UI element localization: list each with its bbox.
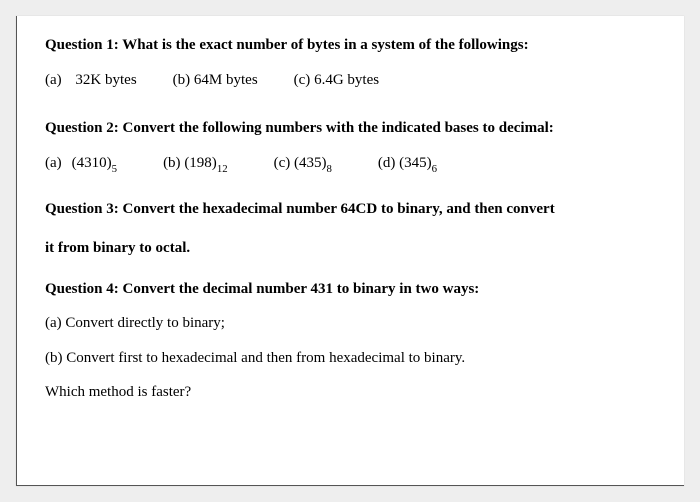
q4-header: Question 4: Convert the decimal number 4…	[45, 278, 664, 301]
q3-line2: it from binary to octal.	[45, 240, 190, 256]
q2-a-label: (a)	[45, 155, 62, 171]
q2-a-num: (4310)	[72, 155, 112, 171]
q2-c-base: 8	[327, 163, 332, 175]
q4-footer: Which method is faster?	[45, 381, 664, 404]
q2-d-base: 6	[432, 163, 437, 175]
q4-b: (b) Convert first to hexadecimal and the…	[45, 347, 664, 370]
q2-a-base: 5	[112, 163, 117, 175]
q2-opt-b: (b) (198)12	[163, 152, 228, 176]
q1-b-label: (b)	[173, 72, 191, 88]
q1-opt-c: (c) 6.4G bytes	[294, 69, 379, 92]
q2-d-label: (d)	[378, 155, 396, 171]
q1-c-label: (c)	[294, 72, 311, 88]
q2-opt-c: (c) (435)8	[274, 152, 332, 176]
q1-c-text: 6.4G bytes	[314, 72, 379, 88]
q2-c-label: (c)	[274, 155, 291, 171]
q2-header: Question 2: Convert the following number…	[45, 117, 664, 140]
q1-a-text: 32K bytes	[75, 72, 136, 88]
q1-opt-a: (a) 32K bytes	[45, 69, 137, 92]
q2-d-num: (345)	[399, 155, 432, 171]
q2-opt-a: (a) (4310)5	[45, 152, 117, 176]
q2-b-label: (b)	[163, 155, 181, 171]
q3-line1: Question 3: Convert the hexadecimal numb…	[45, 201, 555, 217]
q1-header: Question 1: What is the exact number of …	[45, 34, 664, 57]
q2-b-base: 12	[217, 163, 228, 175]
q2-options: (a) (4310)5 (b) (198)12 (c) (435)8 (d) (3…	[45, 152, 664, 176]
q1-b-text: 64M bytes	[194, 72, 258, 88]
q2-c-num: (435)	[294, 155, 327, 171]
q2-opt-d: (d) (345)6	[378, 152, 437, 176]
q1-opt-b: (b) 64M bytes	[173, 69, 258, 92]
document-page: Question 1: What is the exact number of …	[16, 16, 684, 486]
q1-a-label: (a)	[45, 72, 62, 88]
q2-b-num: (198)	[184, 155, 217, 171]
q3-block: Question 3: Convert the hexadecimal numb…	[45, 190, 664, 268]
q4-a: (a) Convert directly to binary;	[45, 312, 664, 335]
q1-options: (a) 32K bytes (b) 64M bytes (c) 6.4G byt…	[45, 69, 664, 92]
